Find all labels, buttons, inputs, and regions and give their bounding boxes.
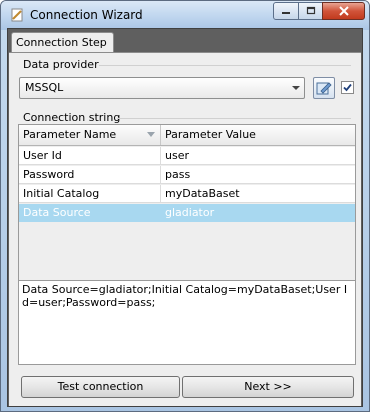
minimize-icon	[282, 12, 290, 14]
parameters-grid: Parameter Name Parameter Value User Id u…	[18, 124, 356, 282]
chevron-down-icon[interactable]	[292, 86, 300, 90]
table-row-selected[interactable]: Data Source gladiator	[19, 204, 355, 222]
divider	[117, 118, 351, 119]
test-connection-button[interactable]: Test connection	[21, 376, 180, 398]
minimize-button[interactable]	[273, 2, 299, 20]
tab-connection-step-2[interactable]: Connection Step 2	[11, 32, 114, 69]
parameter-value-cell[interactable]: gladiator	[161, 204, 355, 222]
close-button[interactable]	[322, 2, 365, 20]
parameter-name-cell[interactable]: Password	[19, 166, 161, 184]
provider-settings-button[interactable]	[313, 77, 335, 99]
window-title: Connection Wizard	[30, 8, 143, 22]
parameter-name-cell[interactable]: Data Source	[19, 204, 161, 222]
connection-string-label: Connection string	[23, 111, 121, 124]
parameter-value-cell[interactable]: pass	[161, 166, 355, 184]
title-bar[interactable]: Connection Wizard	[1, 1, 369, 30]
sort-icon	[147, 132, 155, 137]
column-header-value[interactable]: Parameter Value	[161, 125, 355, 145]
divider	[99, 65, 351, 66]
tab-panel: Data provider MSSQL Connection string Pa…	[9, 52, 361, 406]
grid-header: Parameter Name Parameter Value	[19, 125, 355, 146]
edit-icon	[316, 82, 332, 95]
table-row[interactable]: Initial Catalog myDataBaset	[19, 185, 355, 203]
parameter-name-cell[interactable]: Initial Catalog	[19, 185, 161, 203]
client-area: Connection Step 2 Data provider MSSQL Co…	[7, 28, 363, 407]
app-icon	[9, 7, 25, 23]
maximize-icon	[306, 6, 315, 15]
parameter-name-cell[interactable]: User Id	[19, 147, 161, 165]
parameter-value-cell[interactable]: myDataBaset	[161, 185, 355, 203]
checkmark-icon	[343, 83, 352, 92]
close-icon	[338, 6, 349, 16]
provider-checkbox[interactable]	[341, 81, 354, 94]
table-row[interactable]: User Id user	[19, 147, 355, 165]
next-button[interactable]: Next >>	[182, 376, 354, 398]
data-provider-label: Data provider	[23, 58, 99, 71]
connection-string-text[interactable]: Data Source=gladiator;Initial Catalog=my…	[18, 280, 356, 365]
data-provider-select[interactable]: MSSQL	[19, 77, 305, 99]
column-header-name[interactable]: Parameter Name	[19, 125, 161, 145]
maximize-button[interactable]	[298, 2, 323, 20]
data-provider-value: MSSQL	[25, 81, 64, 94]
parameter-value-cell[interactable]: user	[161, 147, 355, 165]
table-row[interactable]: Password pass	[19, 166, 355, 184]
wizard-window: Connection Wizard Connection Step 2 Data…	[0, 0, 370, 412]
